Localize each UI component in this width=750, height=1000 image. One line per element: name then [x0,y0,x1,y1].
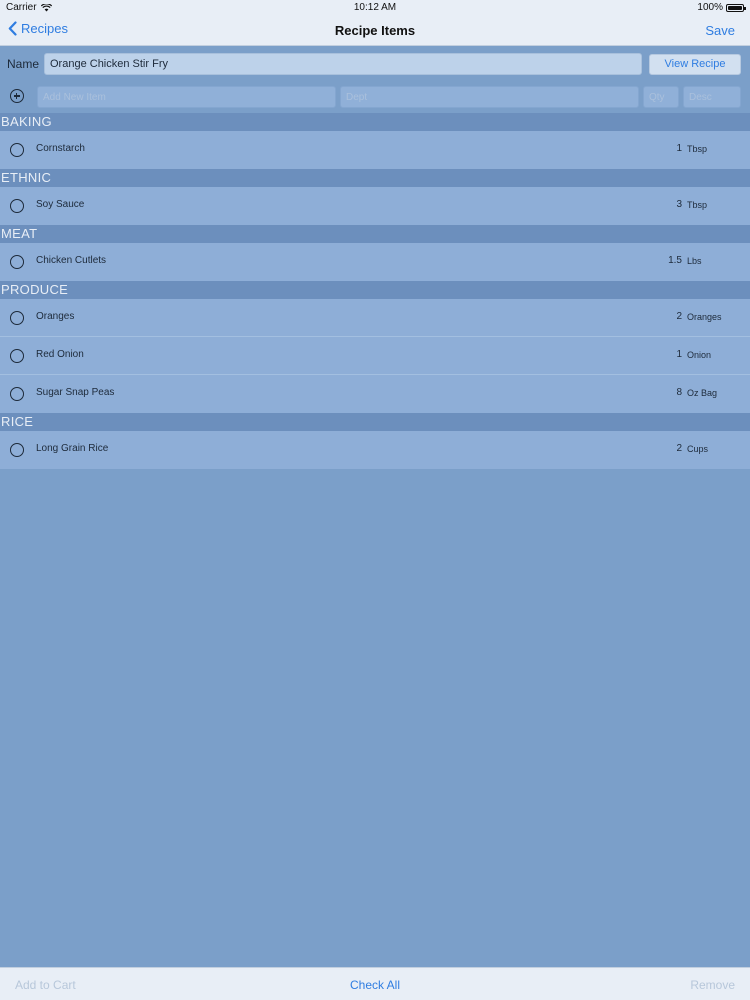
item-name: Oranges [36,311,75,322]
bottom-toolbar: Add to Cart Check All Remove [0,967,750,1000]
circle-outline-icon[interactable] [10,199,24,213]
check-all-button[interactable]: Check All [350,978,400,992]
item-unit: Oz Bag [687,388,718,398]
item-unit: Tbsp [687,200,708,210]
item-qty: 1 [676,349,682,360]
dept-input[interactable] [340,86,639,108]
list-item[interactable]: Oranges 2 Oranges [0,299,750,337]
name-label: Name [7,57,40,71]
recipe-name-row: Name View Recipe [0,52,750,78]
desc-input[interactable] [683,86,741,108]
save-button[interactable]: Save [705,23,735,38]
status-bar: Carrier 10:12 AM 100% [0,0,750,16]
item-qty: 3 [676,199,682,210]
item-unit: Cups [687,444,709,454]
item-name: Cornstarch [36,143,85,154]
recipe-item-list: BAKING Cornstarch 1 Tbsp ETHNIC Soy Sauc… [0,113,750,469]
add-item-row [0,85,750,109]
list-item[interactable]: Sugar Snap Peas 8 Oz Bag [0,375,750,413]
item-qty: 1 [676,143,682,154]
item-name: Sugar Snap Peas [36,387,115,398]
section-meat: MEAT Chicken Cutlets 1.5 Lbs [0,225,750,281]
remove-button[interactable]: Remove [690,978,735,992]
battery-fill [728,5,742,10]
section-header: RICE [0,413,750,431]
new-item-input[interactable] [37,86,336,108]
view-recipe-button[interactable]: View Recipe [649,54,741,75]
recipe-name-input[interactable] [44,53,642,75]
qty-input[interactable] [643,86,679,108]
check-all-wrapper: Check All [0,978,750,992]
circle-outline-icon[interactable] [10,311,24,325]
item-qty: 1.5 [668,255,682,266]
item-unit: Tbsp [687,144,708,154]
circle-outline-icon[interactable] [10,443,24,457]
item-name: Long Grain Rice [36,443,109,454]
section-baking: BAKING Cornstarch 1 Tbsp [0,113,750,169]
battery-icon [726,3,746,12]
list-item[interactable]: Chicken Cutlets 1.5 Lbs [0,243,750,281]
section-header: PRODUCE [0,281,750,299]
circle-outline-icon[interactable] [10,143,24,157]
battery-info: 100% [697,2,746,13]
circle-outline-icon[interactable] [10,255,24,269]
plus-circle-icon[interactable] [10,89,24,103]
navigation-bar: Recipes Recipe Items Save [0,16,750,46]
item-name: Chicken Cutlets [36,255,107,266]
list-item[interactable]: Red Onion 1 Onion [0,337,750,375]
list-item[interactable]: Soy Sauce 3 Tbsp [0,187,750,225]
section-produce: PRODUCE Oranges 2 Oranges Red Onion 1 On… [0,281,750,413]
section-ethnic: ETHNIC Soy Sauce 3 Tbsp [0,169,750,225]
item-qty: 2 [676,311,682,322]
section-header: ETHNIC [0,169,750,187]
item-unit: Oranges [687,312,722,322]
list-item[interactable]: Long Grain Rice 2 Cups [0,431,750,469]
section-header: MEAT [0,225,750,243]
page-title: Recipe Items [334,23,416,38]
add-to-cart-button[interactable]: Add to Cart [15,978,76,992]
item-name: Soy Sauce [36,199,85,210]
item-unit: Onion [687,350,712,360]
item-name: Red Onion [36,349,84,360]
item-unit: Lbs [687,256,702,266]
battery-percent: 100% [697,2,723,13]
circle-outline-icon[interactable] [10,349,24,363]
item-qty: 2 [676,443,682,454]
section-rice: RICE Long Grain Rice 2 Cups [0,413,750,469]
status-time: 10:12 AM [353,2,397,13]
item-qty: 8 [676,387,682,398]
section-header: BAKING [0,113,750,131]
circle-outline-icon[interactable] [10,387,24,401]
list-item[interactable]: Cornstarch 1 Tbsp [0,131,750,169]
